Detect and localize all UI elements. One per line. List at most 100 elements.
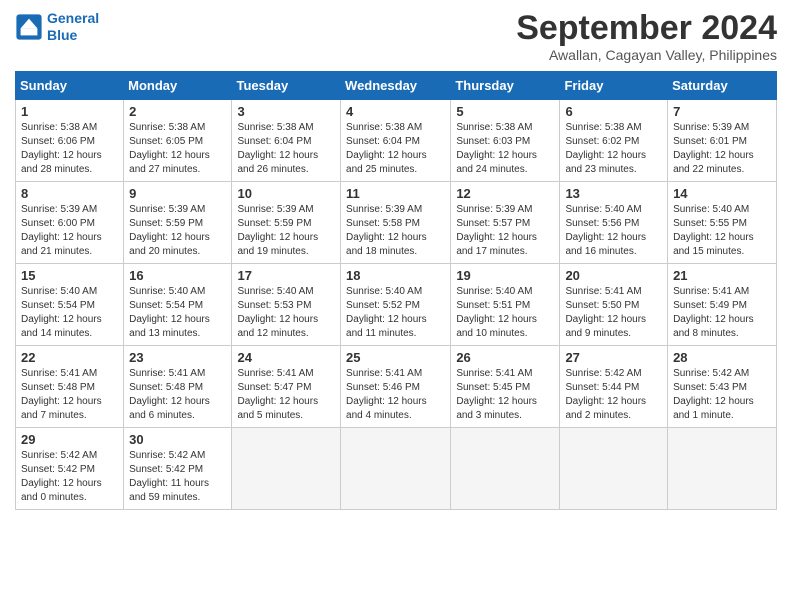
day-number: 12 [456,186,554,201]
day-info: Sunrise: 5:41 AM Sunset: 5:50 PM Dayligh… [565,285,662,341]
weekday-header-monday: Monday [124,72,232,100]
day-number: 29 [21,432,118,447]
day-number: 4 [346,104,445,119]
calendar-body: 1 Sunrise: 5:38 AM Sunset: 6:06 PM Daylig… [16,100,777,510]
calendar-week-row: 15 Sunrise: 5:40 AM Sunset: 5:54 PM Dayli… [16,264,777,346]
day-info: Sunrise: 5:41 AM Sunset: 5:48 PM Dayligh… [129,367,226,423]
day-number: 1 [21,104,118,119]
calendar-day-cell: 29Sunrise: 5:42 AM Sunset: 5:42 PM Dayli… [16,428,124,510]
calendar-day-cell: 27Sunrise: 5:42 AM Sunset: 5:44 PM Dayli… [560,346,668,428]
day-info: Sunrise: 5:38 AM Sunset: 6:04 PM Dayligh… [237,121,335,177]
day-info: Sunrise: 5:39 AM Sunset: 5:57 PM Dayligh… [456,203,554,259]
day-number: 9 [129,186,226,201]
day-number: 7 [673,104,771,119]
calendar-day-cell: 1 Sunrise: 5:38 AM Sunset: 6:06 PM Daylig… [16,100,124,182]
day-info: Sunrise: 5:42 AM Sunset: 5:44 PM Dayligh… [565,367,662,423]
calendar-day-cell [341,428,451,510]
day-info: Sunrise: 5:40 AM Sunset: 5:54 PM Dayligh… [129,285,226,341]
day-info: Sunrise: 5:38 AM Sunset: 6:05 PM Dayligh… [129,121,226,177]
day-number: 30 [129,432,226,447]
day-number: 11 [346,186,445,201]
weekday-header-saturday: Saturday [668,72,777,100]
calendar-day-cell: 11 Sunrise: 5:39 AM Sunset: 5:58 PM Dayli… [341,182,451,264]
calendar-day-cell [668,428,777,510]
calendar-day-cell [560,428,668,510]
day-number: 10 [237,186,335,201]
calendar-day-cell: 19 Sunrise: 5:40 AM Sunset: 5:51 PM Dayli… [451,264,560,346]
day-info: Sunrise: 5:41 AM Sunset: 5:45 PM Dayligh… [456,367,554,423]
day-number: 8 [21,186,118,201]
day-number: 19 [456,268,554,283]
day-number: 15 [21,268,118,283]
weekday-header-thursday: Thursday [451,72,560,100]
day-info: Sunrise: 5:39 AM Sunset: 6:01 PM Dayligh… [673,121,771,177]
day-number: 18 [346,268,445,283]
calendar-week-row: 8 Sunrise: 5:39 AM Sunset: 6:00 PM Daylig… [16,182,777,264]
calendar-week-row: 22 Sunrise: 5:41 AM Sunset: 5:48 PM Dayli… [16,346,777,428]
day-info: Sunrise: 5:41 AM Sunset: 5:49 PM Dayligh… [673,285,771,341]
calendar-week-row: 29 Sunrise: 5:42 AM Sunset: 5:42 PM Dayli… [16,428,777,510]
day-number: 5 [456,104,554,119]
month-title: September 2024 [516,10,777,47]
day-info: Sunrise: 5:40 AM Sunset: 5:51 PM Dayligh… [456,285,554,341]
day-number: 13 [565,186,662,201]
calendar-day-cell: 18 Sunrise: 5:40 AM Sunset: 5:52 PM Dayli… [341,264,451,346]
day-info: Sunrise: 5:41 AM Sunset: 5:46 PM Dayligh… [346,367,445,423]
calendar-day-cell: 20 Sunrise: 5:41 AM Sunset: 5:50 PM Dayli… [560,264,668,346]
weekday-header-wednesday: Wednesday [341,72,451,100]
calendar-table: SundayMondayTuesdayWednesdayThursdayFrid… [15,71,777,510]
calendar-day-cell: 2 Sunrise: 5:38 AM Sunset: 6:05 PM Daylig… [124,100,232,182]
calendar-day-cell: 7 Sunrise: 5:39 AM Sunset: 6:01 PM Daylig… [668,100,777,182]
day-info: Sunrise: 5:39 AM Sunset: 5:59 PM Dayligh… [129,203,226,259]
day-info: Sunrise: 5:40 AM Sunset: 5:54 PM Dayligh… [21,285,118,341]
day-number: 26 [456,350,554,365]
day-info: Sunrise: 5:40 AM Sunset: 5:55 PM Dayligh… [673,203,771,259]
calendar-day-cell: 12 Sunrise: 5:39 AM Sunset: 5:57 PM Dayli… [451,182,560,264]
calendar-day-cell [232,428,341,510]
day-info: Sunrise: 5:39 AM Sunset: 5:58 PM Dayligh… [346,203,445,259]
calendar-day-cell: 23Sunrise: 5:41 AM Sunset: 5:48 PM Dayli… [124,346,232,428]
calendar-day-cell [451,428,560,510]
day-number: 16 [129,268,226,283]
calendar-day-cell: 6 Sunrise: 5:38 AM Sunset: 6:02 PM Daylig… [560,100,668,182]
calendar-day-cell: 10Sunrise: 5:39 AM Sunset: 5:59 PM Dayli… [232,182,341,264]
day-info: Sunrise: 5:40 AM Sunset: 5:53 PM Dayligh… [237,285,335,341]
day-info: Sunrise: 5:38 AM Sunset: 6:02 PM Dayligh… [565,121,662,177]
calendar-header-row: SundayMondayTuesdayWednesdayThursdayFrid… [16,72,777,100]
day-number: 22 [21,350,118,365]
day-info: Sunrise: 5:39 AM Sunset: 6:00 PM Dayligh… [21,203,118,259]
day-number: 20 [565,268,662,283]
logo: General Blue [15,10,99,44]
logo-icon [15,13,43,41]
weekday-header-sunday: Sunday [16,72,124,100]
calendar-day-cell: 16 Sunrise: 5:40 AM Sunset: 5:54 PM Dayli… [124,264,232,346]
day-info: Sunrise: 5:41 AM Sunset: 5:48 PM Dayligh… [21,367,118,423]
calendar-day-cell: 4 Sunrise: 5:38 AM Sunset: 6:04 PM Daylig… [341,100,451,182]
calendar-day-cell: 30 Sunrise: 5:42 AM Sunset: 5:42 PM Dayli… [124,428,232,510]
calendar-day-cell: 17 Sunrise: 5:40 AM Sunset: 5:53 PM Dayli… [232,264,341,346]
day-info: Sunrise: 5:38 AM Sunset: 6:04 PM Dayligh… [346,121,445,177]
day-info: Sunrise: 5:38 AM Sunset: 6:03 PM Dayligh… [456,121,554,177]
calendar-day-cell: 22 Sunrise: 5:41 AM Sunset: 5:48 PM Dayli… [16,346,124,428]
day-number: 28 [673,350,771,365]
title-block: September 2024 Awallan, Cagayan Valley, … [516,10,777,63]
calendar-day-cell: 5 Sunrise: 5:38 AM Sunset: 6:03 PM Daylig… [451,100,560,182]
day-info: Sunrise: 5:42 AM Sunset: 5:43 PM Dayligh… [673,367,771,423]
day-info: Sunrise: 5:42 AM Sunset: 5:42 PM Dayligh… [129,449,226,505]
calendar-week-row: 1 Sunrise: 5:38 AM Sunset: 6:06 PM Daylig… [16,100,777,182]
day-number: 21 [673,268,771,283]
day-info: Sunrise: 5:38 AM Sunset: 6:06 PM Dayligh… [21,121,118,177]
day-number: 3 [237,104,335,119]
calendar-day-cell: 15 Sunrise: 5:40 AM Sunset: 5:54 PM Dayli… [16,264,124,346]
logo-text: General Blue [47,10,99,44]
calendar-day-cell: 13Sunrise: 5:40 AM Sunset: 5:56 PM Dayli… [560,182,668,264]
day-info: Sunrise: 5:40 AM Sunset: 5:52 PM Dayligh… [346,285,445,341]
calendar-day-cell: 8 Sunrise: 5:39 AM Sunset: 6:00 PM Daylig… [16,182,124,264]
day-number: 2 [129,104,226,119]
day-number: 24 [237,350,335,365]
day-number: 14 [673,186,771,201]
calendar-day-cell: 28 Sunrise: 5:42 AM Sunset: 5:43 PM Dayli… [668,346,777,428]
calendar-day-cell: 25Sunrise: 5:41 AM Sunset: 5:46 PM Dayli… [341,346,451,428]
day-number: 17 [237,268,335,283]
day-number: 6 [565,104,662,119]
